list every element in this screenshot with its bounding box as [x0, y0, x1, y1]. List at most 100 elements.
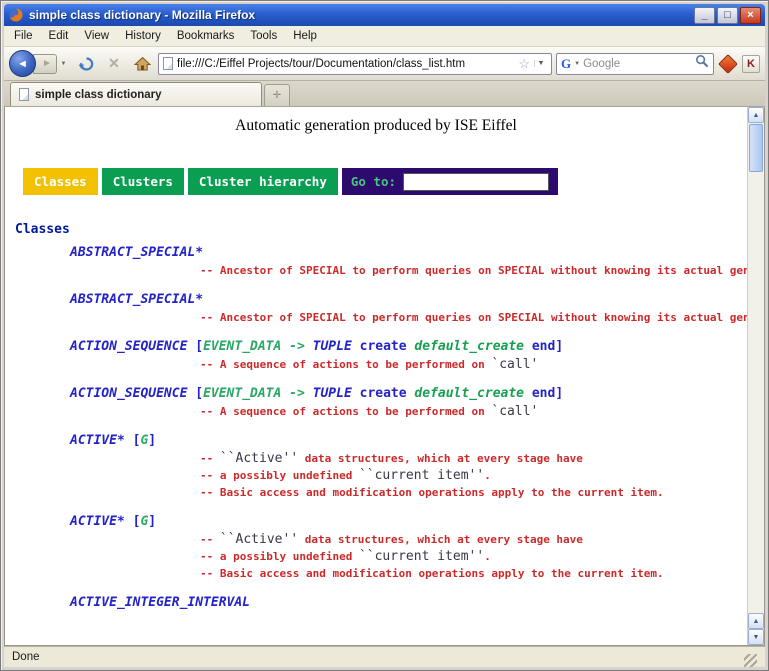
menu-edit[interactable]: Edit — [41, 27, 77, 45]
scrollbar-track[interactable] — [748, 173, 764, 613]
code-token: [ — [187, 386, 203, 401]
address-dropdown[interactable]: ▼ — [534, 60, 547, 67]
scrollbar-thumb[interactable] — [749, 124, 763, 172]
cluster-hierarchy-button[interactable]: Cluster hierarchy — [188, 168, 338, 195]
vertical-scrollbar[interactable]: ▲ ▲ ▼ — [747, 107, 764, 645]
stop-button[interactable]: ✕ — [102, 52, 126, 76]
class-signature: ACTIVE_INTEGER_INTERVAL — [5, 594, 747, 612]
refresh-button[interactable] — [74, 52, 98, 76]
classes-heading: Classes — [15, 222, 747, 237]
class-comment: -- Ancestor of SPECIAL to perform querie… — [5, 262, 747, 279]
code-token: [ — [125, 514, 141, 529]
bookmark-star-icon[interactable]: ☆ — [518, 57, 530, 70]
new-tab-button[interactable]: ✛ — [264, 84, 290, 106]
class-link[interactable]: ABSTRACT_SPECIAL* — [70, 292, 203, 307]
classes-button[interactable]: Classes — [23, 168, 98, 195]
search-input[interactable] — [583, 58, 692, 70]
code-token: ] — [148, 433, 156, 448]
code-token — [281, 386, 289, 401]
search-magnifier-icon[interactable] — [695, 54, 709, 73]
code-token: -- A sequence of actions to be performed… — [200, 358, 491, 371]
maximize-button[interactable]: □ — [717, 7, 738, 24]
class-entry: ACTION_SEQUENCE [EVENT_DATA -> TUPLE cre… — [5, 338, 747, 373]
code-token: default_create — [414, 386, 524, 401]
code-token: [ — [125, 433, 141, 448]
code-token — [305, 386, 313, 401]
tab-label: simple class dictionary — [35, 89, 162, 101]
class-entry: ABSTRACT_SPECIAL* -- Ancestor of SPECIAL … — [5, 291, 747, 326]
close-button[interactable]: × — [740, 7, 761, 24]
code-token: create — [352, 386, 415, 401]
menu-view[interactable]: View — [76, 27, 117, 45]
code-token: [ — [187, 339, 203, 354]
goto-input[interactable] — [403, 173, 549, 191]
code-token — [281, 339, 289, 354]
class-entry: ACTION_SEQUENCE [EVENT_DATA -> TUPLE cre… — [5, 385, 747, 420]
code-token: . — [484, 469, 491, 482]
goto-box: Go to: — [342, 168, 558, 195]
addon-k-icon[interactable]: K — [742, 55, 760, 73]
class-link[interactable]: TUPLE — [313, 339, 352, 354]
search-engine-dropdown[interactable]: ▼ — [574, 61, 580, 67]
clusters-button[interactable]: Clusters — [102, 168, 184, 195]
scroll-up-button[interactable]: ▲ — [748, 107, 764, 123]
class-link[interactable]: ABSTRACT_SPECIAL* — [70, 245, 203, 260]
class-link[interactable]: ACTION_SEQUENCE — [70, 386, 187, 401]
addon-red-icon[interactable] — [718, 54, 738, 74]
scroll-up-button-bottom[interactable]: ▲ — [748, 613, 764, 629]
minimize-button[interactable]: _ — [694, 7, 715, 24]
class-signature: ABSTRACT_SPECIAL* — [5, 291, 747, 309]
home-button[interactable] — [130, 52, 154, 76]
address-bar[interactable]: ☆ ▼ — [158, 53, 552, 75]
tab-simple-class-dictionary[interactable]: simple class dictionary — [10, 82, 262, 106]
class-link[interactable]: TUPLE — [313, 386, 352, 401]
code-token: -- a possibly undefined — [200, 469, 359, 482]
back-button[interactable]: ◄ — [9, 50, 36, 77]
code-token: end — [524, 386, 555, 401]
back-forward-dropdown[interactable]: ▼ — [57, 54, 70, 74]
browser-window: simple class dictionary - Mozilla Firefo… — [0, 0, 769, 671]
goto-label: Go to: — [351, 174, 396, 189]
code-token: default_create — [414, 339, 524, 354]
code-token: ] — [555, 339, 563, 354]
code-token: ] — [148, 514, 156, 529]
class-comment: -- ``Active'' data structures, which at … — [5, 531, 747, 548]
class-entry: ACTIVE* [G]-- ``Active'' data structures… — [5, 432, 747, 501]
class-link[interactable]: ACTIVE* — [70, 433, 125, 448]
menu-help[interactable]: Help — [285, 27, 325, 45]
code-token: create — [352, 339, 415, 354]
resize-grip[interactable] — [744, 654, 757, 667]
tab-bar: simple class dictionary ✛ — [4, 81, 765, 107]
class-comment: -- A sequence of actions to be performed… — [5, 356, 747, 373]
class-link[interactable]: ACTION_SEQUENCE — [70, 339, 187, 354]
status-bar: Done — [4, 646, 765, 667]
scroll-down-button[interactable]: ▼ — [748, 629, 764, 645]
menubar: FileEditViewHistoryBookmarksToolsHelp — [4, 26, 765, 47]
class-link[interactable]: ACTIVE_INTEGER_INTERVAL — [70, 595, 250, 610]
code-token: `call' — [491, 357, 538, 372]
code-token: ``current item'' — [359, 468, 484, 483]
code-token: ``Active'' — [220, 451, 298, 466]
menu-tools[interactable]: Tools — [242, 27, 285, 45]
class-signature: ABSTRACT_SPECIAL* — [5, 244, 747, 262]
code-token: -> — [289, 386, 305, 401]
class-comment: -- Basic access and modification operati… — [5, 565, 747, 582]
code-token: ``current item'' — [359, 549, 484, 564]
search-bar[interactable]: G ▼ — [556, 53, 714, 75]
address-input[interactable] — [177, 58, 514, 70]
code-token: EVENT_DATA — [203, 339, 281, 354]
code-token: end — [524, 339, 555, 354]
titlebar[interactable]: simple class dictionary - Mozilla Firefo… — [4, 4, 765, 26]
menu-bookmarks[interactable]: Bookmarks — [169, 27, 243, 45]
code-token: . — [484, 550, 491, 563]
menu-history[interactable]: History — [117, 27, 169, 45]
class-comment: -- Ancestor of SPECIAL to perform querie… — [5, 309, 747, 326]
code-token — [305, 339, 313, 354]
code-token: `call' — [491, 404, 538, 419]
code-token: -> — [289, 339, 305, 354]
menu-file[interactable]: File — [6, 27, 41, 45]
class-comment: -- A sequence of actions to be performed… — [5, 403, 747, 420]
class-link[interactable]: ACTIVE* — [70, 514, 125, 529]
class-entry: ACTIVE_INTEGER_INTERVAL — [5, 594, 747, 612]
forward-button[interactable]: ► — [33, 54, 57, 74]
